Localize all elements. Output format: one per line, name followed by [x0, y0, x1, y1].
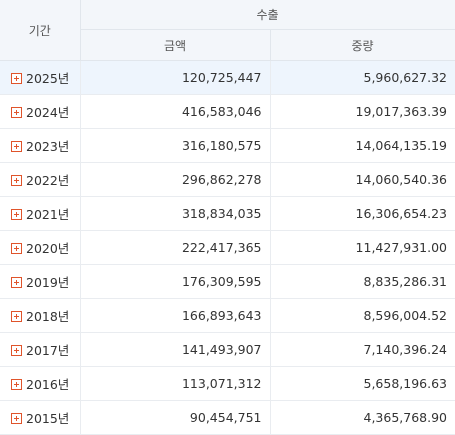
period-label: 2025년 [26, 71, 70, 86]
amount-cell: 166,893,643 [80, 298, 271, 333]
weight-cell: 14,060,540.36 [270, 162, 455, 197]
weight-cell: 7,140,396.24 [270, 332, 455, 367]
export-data-grid: 기간 수출 금액 중량 2025년 120,725,447 5,960,627.32… [0, 0, 455, 435]
table-row[interactable]: 2025년 120,725,447 5,960,627.32 [0, 60, 455, 95]
amount-cell: 176,309,595 [80, 264, 271, 299]
period-label: 2021년 [26, 207, 70, 222]
weight-cell: 14,064,135.19 [270, 128, 455, 163]
period-label: 2017년 [26, 343, 70, 358]
period-cell: 2022년 [0, 162, 81, 197]
weight-cell: 5,658,196.63 [270, 366, 455, 401]
table-row[interactable]: 2023년 316,180,575 14,064,135.19 [0, 128, 455, 163]
amount-header: 금액 [79, 29, 271, 61]
period-label: 2015년 [26, 411, 70, 426]
weight-cell: 5,960,627.32 [270, 60, 455, 95]
amount-cell: 222,417,365 [80, 230, 271, 265]
expand-plus-icon[interactable] [11, 277, 22, 288]
expand-plus-icon[interactable] [11, 107, 22, 118]
period-label: 2022년 [26, 173, 70, 188]
period-label: 2023년 [26, 139, 70, 154]
expand-plus-icon[interactable] [11, 175, 22, 186]
weight-cell: 8,596,004.52 [270, 298, 455, 333]
weight-cell: 11,427,931.00 [270, 230, 455, 265]
amount-cell: 318,834,035 [80, 196, 271, 231]
table-row[interactable]: 2024년 416,583,046 19,017,363.39 [0, 94, 455, 129]
table-row[interactable]: 2016년 113,071,312 5,658,196.63 [0, 366, 455, 401]
period-cell: 2020년 [0, 230, 81, 265]
period-cell: 2023년 [0, 128, 81, 163]
amount-cell: 120,725,447 [80, 60, 271, 95]
expand-plus-icon[interactable] [11, 141, 22, 152]
weight-cell: 4,365,768.90 [270, 400, 455, 435]
weight-cell: 16,306,654.23 [270, 196, 455, 231]
table-row[interactable]: 2019년 176,309,595 8,835,286.31 [0, 264, 455, 299]
table-row[interactable]: 2015년 90,454,751 4,365,768.90 [0, 400, 455, 435]
period-cell: 2025년 [0, 60, 81, 95]
period-label: 2016년 [26, 377, 70, 392]
amount-cell: 113,071,312 [80, 366, 271, 401]
period-header: 기간 [0, 0, 81, 61]
period-label: 2018년 [26, 309, 70, 324]
weight-cell: 8,835,286.31 [270, 264, 455, 299]
period-cell: 2018년 [0, 298, 81, 333]
amount-cell: 316,180,575 [80, 128, 271, 163]
expand-plus-icon[interactable] [11, 209, 22, 220]
export-table: 기간 수출 금액 중량 2025년 120,725,447 5,960,627.32… [0, 0, 455, 435]
export-group-header: 수출 [79, 0, 455, 30]
period-label: 2020년 [26, 241, 70, 256]
weight-header: 중량 [269, 29, 455, 61]
table-row[interactable]: 2017년 141,493,907 7,140,396.24 [0, 332, 455, 367]
table-row[interactable]: 2020년 222,417,365 11,427,931.00 [0, 230, 455, 265]
amount-cell: 296,862,278 [80, 162, 271, 197]
amount-cell: 141,493,907 [80, 332, 271, 367]
table-row[interactable]: 2022년 296,862,278 14,060,540.36 [0, 162, 455, 197]
expand-plus-icon[interactable] [11, 413, 22, 424]
period-label: 2024년 [26, 105, 70, 120]
period-cell: 2021년 [0, 196, 81, 231]
period-cell: 2017년 [0, 332, 81, 367]
amount-cell: 90,454,751 [80, 400, 271, 435]
expand-plus-icon[interactable] [11, 379, 22, 390]
table-body: 2025년 120,725,447 5,960,627.32 2024년 416,583… [0, 60, 455, 435]
period-cell: 2016년 [0, 366, 81, 401]
period-label: 2019년 [26, 275, 70, 290]
period-cell: 2024년 [0, 94, 81, 129]
expand-plus-icon[interactable] [11, 345, 22, 356]
table-row[interactable]: 2021년 318,834,035 16,306,654.23 [0, 196, 455, 231]
expand-plus-icon[interactable] [11, 311, 22, 322]
expand-plus-icon[interactable] [11, 73, 22, 84]
weight-cell: 19,017,363.39 [270, 94, 455, 129]
table-row[interactable]: 2018년 166,893,643 8,596,004.52 [0, 298, 455, 333]
expand-plus-icon[interactable] [11, 243, 22, 254]
amount-cell: 416,583,046 [80, 94, 271, 129]
period-cell: 2019년 [0, 264, 81, 299]
period-cell: 2015년 [0, 400, 81, 435]
